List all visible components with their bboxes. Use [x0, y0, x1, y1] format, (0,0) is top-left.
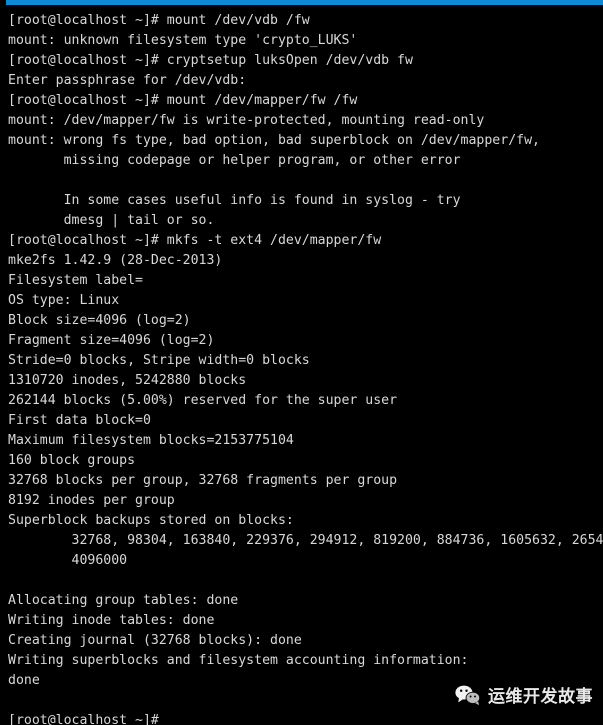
terminal-line: Maximum filesystem blocks=2153775104 [8, 433, 294, 448]
terminal-line: [root@localhost ~]# mount /dev/vdb /fw [8, 13, 310, 28]
terminal-line: 262144 blocks (5.00%) reserved for the s… [8, 393, 398, 408]
terminal-line: done [8, 673, 40, 688]
terminal-line: Stride=0 blocks, Stripe width=0 blocks [8, 353, 310, 368]
terminal-line: 8192 inodes per group [8, 493, 175, 508]
terminal-line: [root@localhost ~]# mkfs -t ext4 /dev/ma… [8, 233, 382, 248]
terminal-line: Writing inode tables: done [8, 613, 215, 628]
terminal-line: mke2fs 1.42.9 (28-Dec-2013) [8, 253, 223, 268]
terminal-screen[interactable]: [root@localhost ~]# mount /dev/vdb /fw mo… [0, 5, 603, 725]
terminal-line: Enter passphrase for /dev/vdb: [8, 73, 247, 88]
terminal-line: mount: /dev/mapper/fw is write-protected… [8, 113, 485, 128]
terminal-line: Filesystem label= [8, 273, 143, 288]
terminal-line: Fragment size=4096 (log=2) [8, 333, 215, 348]
terminal-output: [root@localhost ~]# mount /dev/vdb /fw mo… [8, 11, 603, 725]
terminal-line: Superblock backups stored on blocks: [8, 513, 294, 528]
terminal-line: Writing superblocks and filesystem accou… [8, 653, 469, 668]
terminal-line: [root@localhost ~]# cryptsetup luksOpen … [8, 53, 413, 68]
terminal-line: [root@localhost ~]# [8, 713, 159, 725]
terminal-line: 4096000 [8, 553, 128, 568]
terminal-line: OS type: Linux [8, 293, 120, 308]
terminal-line: 32768 blocks per group, 32768 fragments … [8, 473, 398, 488]
terminal-line: missing codepage or helper program, or o… [8, 153, 461, 168]
terminal-line: Creating journal (32768 blocks): done [8, 633, 302, 648]
terminal-line: Allocating group tables: done [8, 593, 239, 608]
terminal-line: mount: unknown filesystem type 'crypto_L… [8, 33, 358, 48]
terminal-line: Block size=4096 (log=2) [8, 313, 191, 328]
terminal-line: mount: wrong fs type, bad option, bad su… [8, 133, 540, 148]
terminal-line: In some cases useful info is found in sy… [8, 193, 461, 208]
terminal-line: dmesg | tail or so. [8, 213, 215, 228]
terminal-line: First data block=0 [8, 413, 151, 428]
terminal-line: [root@localhost ~]# mount /dev/mapper/fw… [8, 93, 358, 108]
terminal-line: 32768, 98304, 163840, 229376, 294912, 81… [8, 533, 603, 548]
terminal-line: 1310720 inodes, 5242880 blocks [8, 373, 247, 388]
terminal-line: 160 block groups [8, 453, 136, 468]
terminal-window: [root@localhost ~]# mount /dev/vdb /fw mo… [0, 0, 603, 725]
